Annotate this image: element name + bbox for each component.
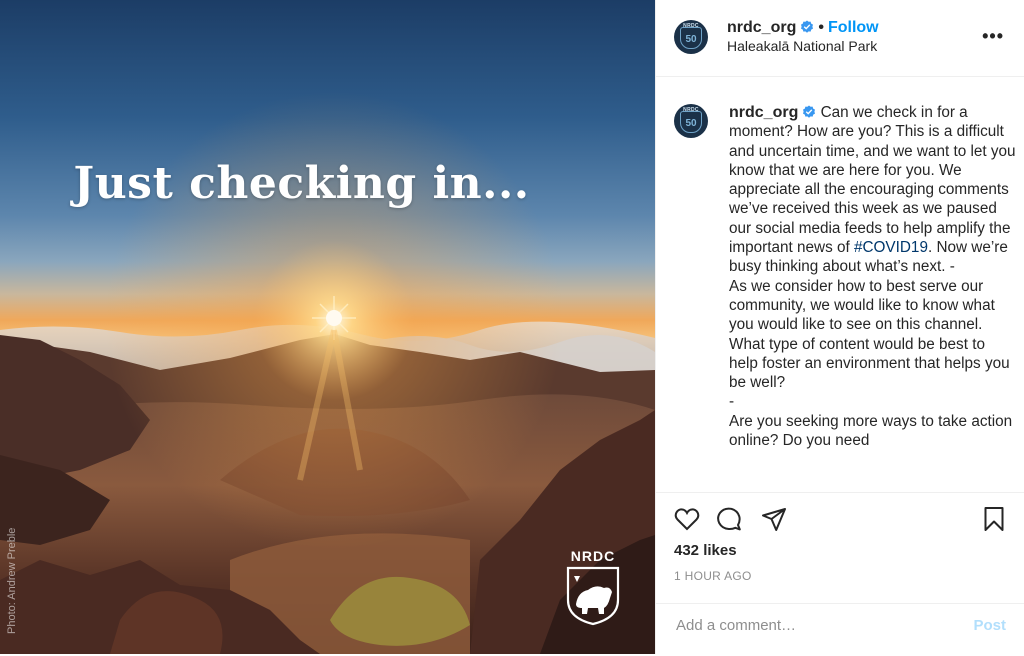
likes-count[interactable]: 432 likes — [674, 542, 737, 559]
avatar-number: 50 — [685, 34, 697, 45]
bear-shield-icon — [566, 566, 620, 626]
image-headline: Just checking in... — [73, 158, 530, 209]
header-name-row: nrdc_org • Follow — [727, 19, 879, 37]
avatar[interactable]: NRDC 50 — [674, 20, 708, 54]
sunrise-landscape-image — [0, 0, 655, 654]
nrdc-logo-wordmark: NRDC — [570, 548, 616, 564]
hashtag-link[interactable]: #COVID19 — [854, 239, 928, 256]
comment-box: Post — [656, 603, 1024, 656]
comment-icon[interactable] — [715, 505, 743, 533]
post-sidebar: NRDC 50 nrdc_org • Follow Haleakalā Nation… — [655, 0, 1024, 654]
photo-credit: Photo: Andrew Preble — [6, 527, 18, 634]
post-comment-button[interactable]: Post — [973, 617, 1006, 634]
caption-separator: - — [729, 393, 735, 411]
post-header: NRDC 50 nrdc_org • Follow Haleakalā Nation… — [656, 0, 1024, 77]
instagram-post: Just checking in... Photo: Andrew Preble… — [0, 0, 1024, 654]
follow-button[interactable]: Follow — [828, 19, 879, 36]
header-separator: • — [818, 19, 824, 36]
post-timestamp[interactable]: 1 HOUR AGO — [674, 569, 752, 583]
heart-icon[interactable] — [673, 505, 701, 533]
nrdc-logo: NRDC — [560, 548, 626, 628]
location-link[interactable]: Haleakalā National Park — [727, 38, 877, 54]
post-image[interactable]: Just checking in... Photo: Andrew Preble… — [0, 0, 655, 654]
caption-avatar-number: 50 — [685, 118, 697, 129]
header-username[interactable]: nrdc_org — [727, 19, 796, 36]
caption-paragraph-3: Are you seeking more ways to take action… — [729, 412, 1013, 450]
caption-username[interactable]: nrdc_org — [729, 104, 798, 121]
caption-verified-badge-icon — [803, 105, 816, 118]
caption-paragraph-1: nrdc_org Can we check in for a moment? H… — [729, 103, 1017, 277]
verified-badge-icon — [801, 20, 814, 33]
post-actions: 432 likes 1 HOUR AGO Post — [656, 492, 1024, 655]
caption-avatar[interactable]: NRDC 50 — [674, 104, 708, 138]
post-caption: nrdc_org Can we check in for a moment? H… — [729, 103, 1017, 450]
caption-paragraph-2: As we consider how to best serve our com… — [729, 277, 1010, 392]
caption-text-start: Can we check in for a moment? How are yo… — [729, 104, 1016, 257]
caption-scroll-area[interactable]: NRDC 50 nrdc_org Can we check in for a m… — [656, 77, 1024, 492]
share-icon[interactable] — [760, 505, 788, 533]
more-options-icon[interactable]: ••• — [982, 26, 1004, 47]
comment-input[interactable] — [674, 616, 958, 635]
bookmark-icon[interactable] — [980, 505, 1008, 533]
